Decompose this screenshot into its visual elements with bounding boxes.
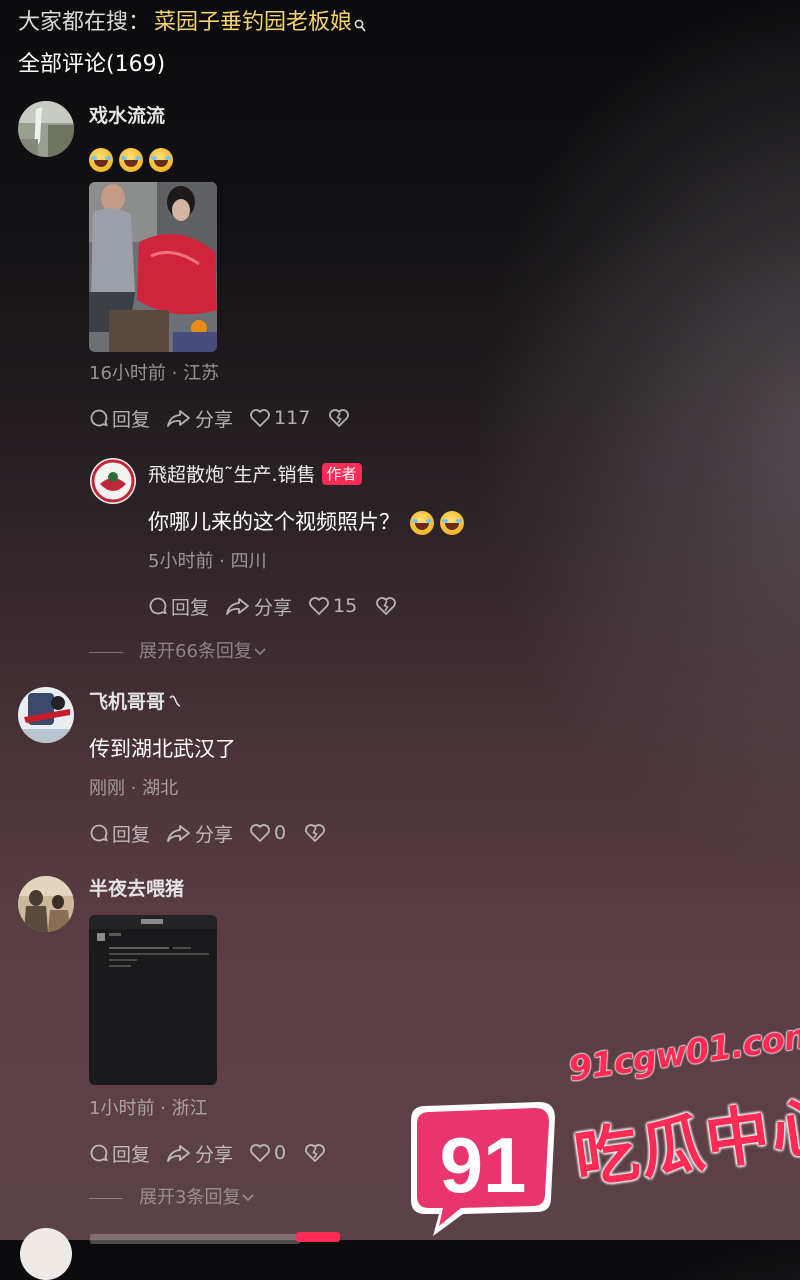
squiggle-icon — [169, 695, 181, 707]
comment-username-row: 飞机哥哥 — [89, 689, 182, 715]
hot-search-term[interactable]: 菜园子垂钓园老板娘 — [154, 10, 352, 35]
avatar[interactable] — [20, 1228, 72, 1280]
reply-text-row: 你哪儿来的这个视频照片？ — [148, 507, 470, 537]
share-label: 分享 — [254, 596, 293, 619]
dislike-button[interactable] — [375, 596, 400, 616]
expand-replies-label: 展开66条回复 — [139, 641, 252, 662]
watermark-number: 91 — [440, 1121, 527, 1209]
like-button[interactable]: 117 — [249, 407, 310, 429]
avatar[interactable] — [18, 687, 74, 743]
comment-icon — [90, 824, 108, 842]
hot-search-bar[interactable]: 大家都在搜： 菜园子垂钓园老板娘 — [18, 8, 366, 42]
share-icon — [167, 410, 190, 427]
laugh-cry-emoji — [410, 511, 434, 535]
share-label: 分享 — [195, 823, 234, 846]
author-badge — [296, 1232, 340, 1242]
reply-username[interactable]: 飛超散炮˜生产.销售 — [148, 464, 316, 486]
laugh-cry-emoji — [149, 148, 173, 172]
comment-image[interactable] — [89, 915, 217, 1085]
comment-username[interactable]: 飞机哥哥 — [89, 691, 165, 713]
dislike-icon — [305, 824, 326, 842]
dislike-button[interactable] — [304, 823, 329, 843]
comment-username[interactable]: 半夜去喂猪 — [89, 876, 184, 902]
reply-username-row: 飛超散炮˜生产.销售 作者 — [148, 462, 362, 488]
reply-meta: 5小时前 · 四川 — [148, 551, 267, 572]
emoji-row — [89, 148, 179, 172]
comment-text: 传到湖北武汉了 — [89, 737, 236, 761]
dislike-icon — [376, 597, 397, 615]
reply-button[interactable]: 回复 — [89, 1140, 150, 1167]
comment-username[interactable]: 戏水流流 — [89, 103, 165, 129]
reply-label: 回复 — [112, 1143, 151, 1166]
share-label: 分享 — [195, 1143, 234, 1166]
dislike-icon — [329, 409, 350, 427]
comment-meta: 1小时前 · 浙江 — [89, 1098, 208, 1119]
reply-text: 你哪儿来的这个视频照片？ — [148, 510, 400, 534]
comment-actions: 回复 分享 0 — [89, 820, 345, 846]
watermark-logo: 91 — [403, 1100, 563, 1244]
reply-label: 回复 — [112, 408, 151, 431]
search-icon[interactable] — [354, 12, 366, 42]
reply-label: 回复 — [171, 596, 210, 619]
reply-label: 回复 — [112, 823, 151, 846]
heart-icon — [250, 824, 270, 842]
share-button[interactable]: 分享 — [166, 820, 233, 847]
laugh-cry-emoji — [89, 148, 113, 172]
avatar[interactable] — [18, 876, 74, 932]
like-count: 117 — [274, 407, 311, 429]
comment-image[interactable] — [89, 182, 217, 352]
dislike-button[interactable] — [328, 408, 353, 428]
expand-replies-button[interactable]: 展开3条回复 — [89, 1185, 256, 1211]
author-badge: 作者 — [321, 463, 362, 485]
share-icon — [226, 598, 249, 615]
reply-button[interactable]: 回复 — [89, 820, 150, 847]
like-count: 0 — [274, 822, 287, 844]
next-comment-placeholder — [90, 1234, 300, 1244]
avatar[interactable] — [90, 458, 136, 504]
divider — [89, 651, 123, 653]
reply-button[interactable]: 回复 — [148, 593, 209, 620]
like-count: 0 — [274, 1142, 287, 1164]
comment-icon — [149, 597, 167, 615]
laugh-cry-emoji — [440, 511, 464, 535]
like-count: 15 — [333, 595, 358, 617]
share-label: 分享 — [195, 408, 234, 431]
like-button[interactable]: 15 — [308, 595, 357, 617]
like-button[interactable]: 0 — [249, 1142, 286, 1164]
comment-actions: 回复 分享 0 — [89, 1140, 345, 1166]
comment-icon — [90, 1144, 108, 1162]
heart-icon — [250, 1144, 270, 1162]
reply-button[interactable]: 回复 — [89, 405, 150, 432]
hot-search-prefix: 大家都在搜： — [18, 10, 151, 35]
expand-replies-button[interactable]: 展开66条回复 — [89, 639, 268, 665]
share-button[interactable]: 分享 — [166, 405, 233, 432]
comment-actions: 回复 分享 117 — [89, 405, 369, 431]
laugh-cry-emoji — [119, 148, 143, 172]
dislike-button[interactable] — [304, 1143, 329, 1163]
watermark-name: 吃瓜中心 — [570, 1088, 800, 1199]
divider — [89, 1197, 123, 1199]
comment-meta: 16小时前 · 江苏 — [89, 363, 220, 384]
reply-actions: 回复 分享 15 — [148, 593, 416, 619]
comments-count-title: 全部评论(169) — [18, 52, 166, 77]
share-button[interactable]: 分享 — [166, 1140, 233, 1167]
like-button[interactable]: 0 — [249, 822, 286, 844]
avatar[interactable] — [18, 101, 74, 157]
share-icon — [167, 1145, 190, 1162]
dislike-icon — [305, 1144, 326, 1162]
share-button[interactable]: 分享 — [225, 593, 292, 620]
chevron-down-icon — [242, 1194, 255, 1202]
watermark-url: 91cgw01.com — [566, 1015, 800, 1090]
comment-icon — [90, 409, 108, 427]
chevron-down-icon — [254, 648, 266, 656]
comment-meta: 刚刚 · 湖北 — [89, 778, 179, 799]
expand-replies-label: 展开3条回复 — [139, 1187, 241, 1208]
heart-icon — [250, 409, 270, 427]
heart-icon — [309, 597, 329, 615]
share-icon — [167, 825, 190, 842]
